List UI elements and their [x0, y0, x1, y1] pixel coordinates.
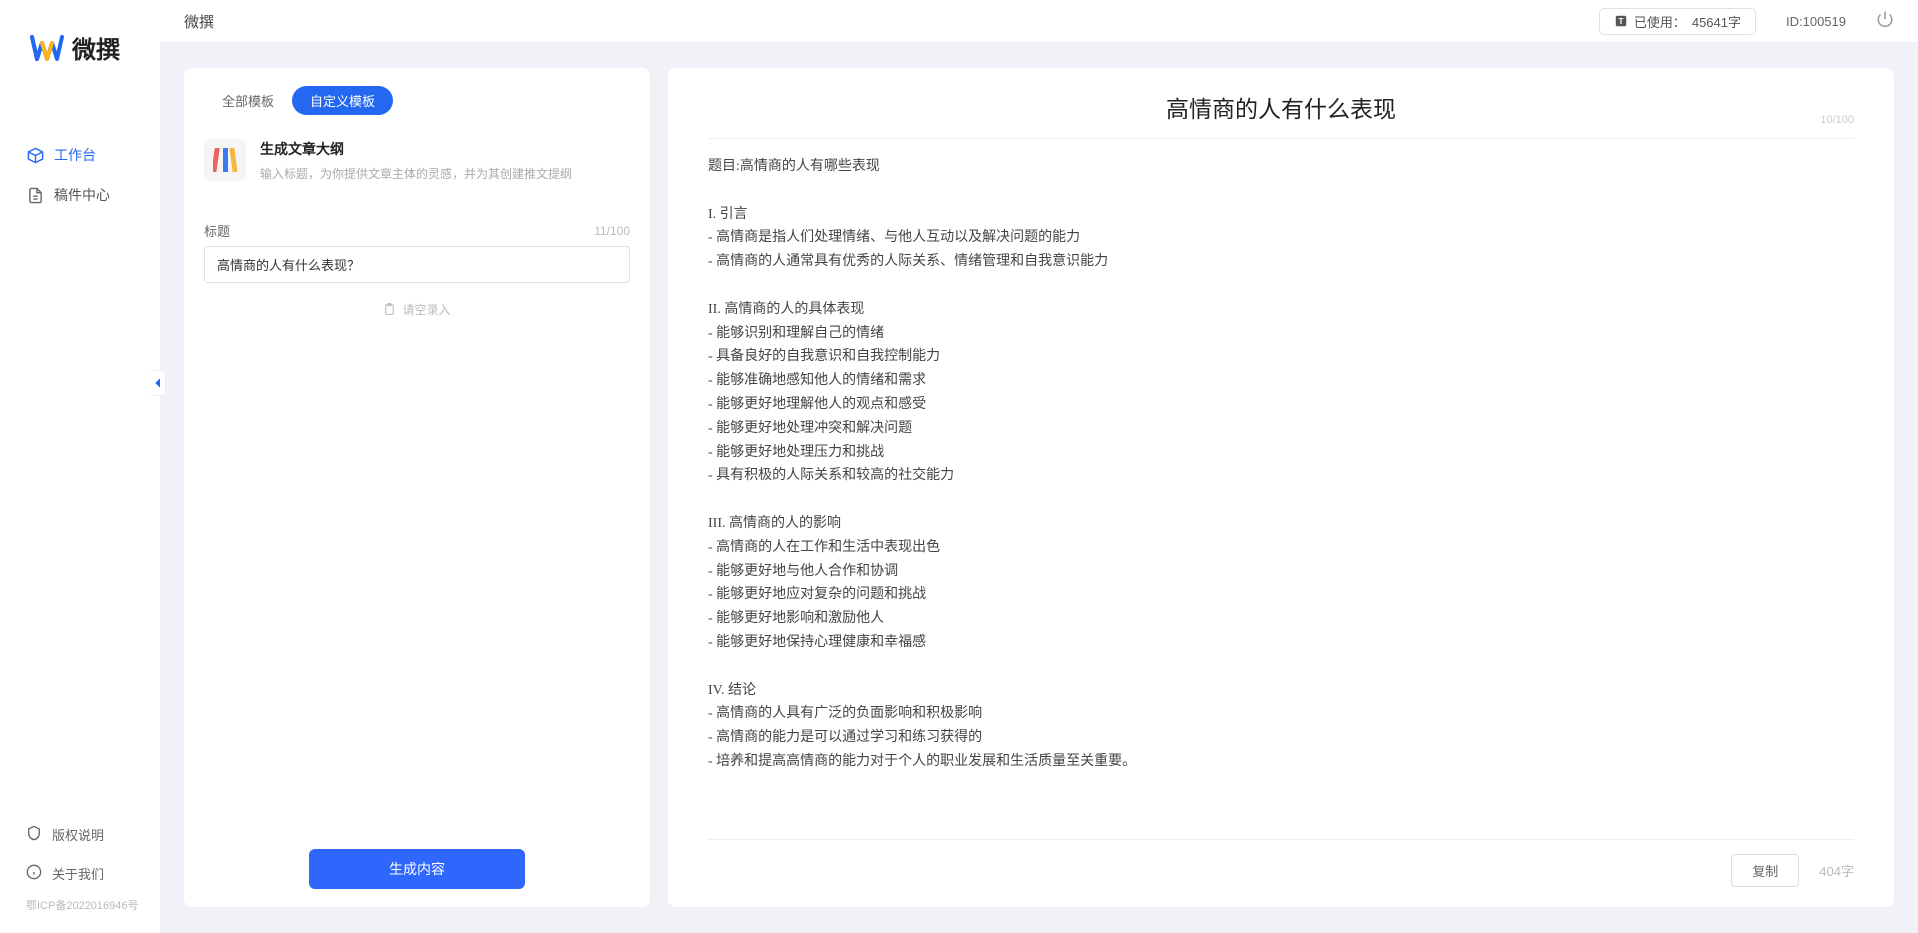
sidebar-collapse-toggle[interactable]	[150, 370, 166, 396]
template-icon	[204, 139, 246, 181]
sidebar-item-about[interactable]: 关于我们	[0, 854, 160, 893]
chevron-left-icon	[153, 377, 163, 389]
sidebar-item-drafts[interactable]: 稿件中心	[0, 175, 160, 215]
output-panel: 高情商的人有什么表现 10/100 题目:高情商的人有哪些表现 I. 引言 - …	[668, 68, 1894, 907]
output-title: 高情商的人有什么表现	[1166, 90, 1396, 124]
template-desc: 输入标题，为你提供文章主体的灵感，并为其创建推文提纲	[260, 165, 630, 183]
hint-text: 请空录入	[402, 301, 450, 318]
usage-badge[interactable]: T 已使用： 45641字	[1599, 8, 1756, 35]
text-icon: T	[1614, 14, 1628, 28]
sidebar-item-workspace[interactable]: 工作台	[0, 135, 160, 175]
char-count: 404字	[1819, 861, 1854, 880]
usage-value: 45641字	[1692, 12, 1741, 31]
title-count: 11/100	[594, 224, 630, 238]
nav-label: 工作台	[54, 145, 96, 165]
power-icon[interactable]	[1876, 10, 1894, 33]
title-label: 标题	[204, 221, 230, 240]
shield-icon	[26, 825, 42, 844]
tab-all[interactable]: 全部模板	[204, 86, 292, 115]
clipboard-icon	[383, 303, 396, 316]
info-icon	[26, 864, 42, 883]
hint-row: 请空录入	[204, 283, 630, 336]
user-id: ID:100519	[1786, 14, 1846, 29]
template-card: 生成文章大纲 输入标题，为你提供文章主体的灵感，并为其创建推文提纲	[204, 129, 630, 201]
cube-icon	[26, 146, 44, 164]
tab-custom[interactable]: 自定义模板	[292, 86, 393, 115]
icp-text: 鄂ICP备2022016946号	[0, 893, 160, 923]
copy-button[interactable]: 复制	[1731, 854, 1799, 887]
output-title-count: 10/100	[1820, 114, 1854, 126]
logo-icon	[30, 33, 64, 63]
document-icon	[26, 186, 44, 204]
svg-text:T: T	[1618, 17, 1623, 26]
title-input[interactable]	[204, 246, 630, 283]
output-body[interactable]: 题目:高情商的人有哪些表现 I. 引言 - 高情商是指人们处理情绪、与他人互动以…	[708, 155, 1854, 829]
page-title: 微撰	[184, 11, 214, 32]
sidebar-item-copyright[interactable]: 版权说明	[0, 815, 160, 854]
nav-label: 稿件中心	[54, 185, 110, 205]
template-tabs: 全部模板 自定义模板	[204, 86, 630, 115]
usage-prefix: 已使用：	[1634, 12, 1686, 31]
top-header: 微撰 T 已使用： 45641字 ID:100519	[160, 0, 1918, 42]
input-panel: 全部模板 自定义模板 生成文章大纲 输入标题，为你提供文章主体的灵感，并为其创建…	[184, 68, 650, 907]
template-title: 生成文章大纲	[260, 139, 630, 159]
divider	[708, 138, 1854, 139]
footer-label: 版权说明	[52, 825, 104, 844]
sidebar: 微撰 工作台	[0, 0, 160, 933]
brand-name: 微撰	[72, 30, 120, 65]
footer-label: 关于我们	[52, 864, 104, 883]
generate-button[interactable]: 生成内容	[309, 849, 525, 889]
logo[interactable]: 微撰	[0, 0, 160, 95]
